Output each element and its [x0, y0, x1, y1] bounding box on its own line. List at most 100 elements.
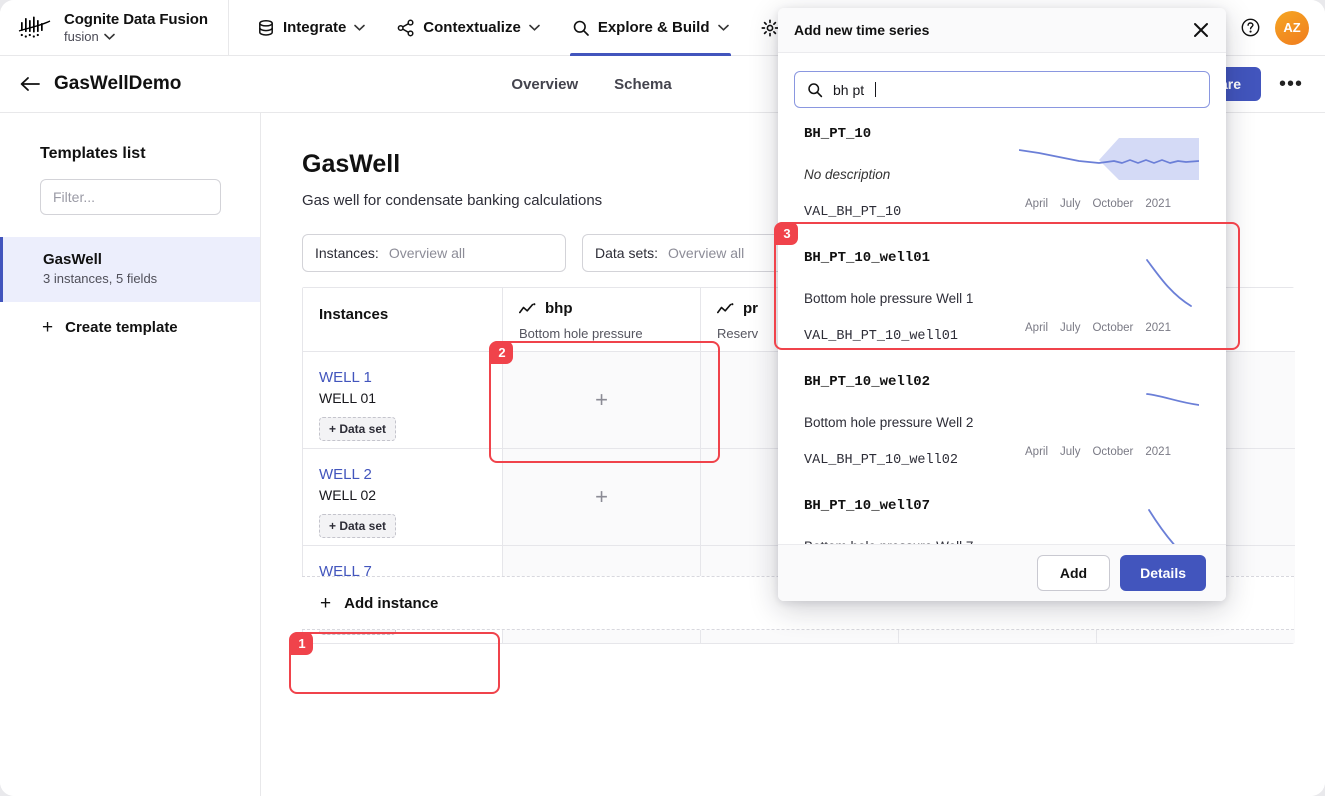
- add-dataset-badge[interactable]: + Data set: [319, 417, 397, 441]
- database-icon: [258, 19, 273, 36]
- timeseries-name: BH_PT_10: [804, 126, 872, 142]
- brand-subtitle-label: fusion: [64, 29, 99, 44]
- nav-item-explore-and-build-label: Explore & Build: [597, 19, 710, 36]
- timeseries-external-id: VAL_BH_PT_10_well02: [804, 453, 958, 468]
- sidebar-filter-wrap: [0, 163, 260, 215]
- plus-icon: +: [320, 592, 332, 614]
- timeseries-item-info: BH_PT_10_well02 Bottom hole pressure Wel…: [804, 374, 1019, 486]
- time-series-results-list[interactable]: BH_PT_10 No description VAL_BH_PT_10 Apr…: [778, 118, 1226, 544]
- timeseries-item-well02[interactable]: BH_PT_10_well02 Bottom hole pressure Wel…: [778, 362, 1226, 486]
- nav-item-contextualize[interactable]: Contextualize: [383, 0, 554, 56]
- modal-search-wrap: bh pt: [778, 53, 1226, 118]
- annotation-badge-2: 2: [491, 341, 513, 364]
- timeseries-item-info: BH_PT_10_well07 Bottom hole pressure Wel…: [804, 498, 1019, 544]
- sparkline-axis-labels: April July October 2021: [1019, 446, 1210, 458]
- share-nodes-icon: [397, 19, 414, 36]
- nav-item-explore-and-build[interactable]: Explore & Build: [558, 0, 743, 56]
- brand-subtitle[interactable]: fusion: [64, 29, 208, 44]
- add-dataset-badge[interactable]: + Data set: [319, 514, 397, 538]
- axis-tick: 2021: [1145, 446, 1171, 458]
- back-arrow-icon[interactable]: [20, 76, 40, 92]
- brand-block[interactable]: Cognite Data Fusion fusion: [0, 0, 229, 56]
- create-template-button[interactable]: + Create template: [0, 302, 260, 337]
- sparkline-chart: [1146, 393, 1200, 406]
- table-header-pr-label: pr: [743, 300, 758, 317]
- help-circle-icon[interactable]: [1240, 17, 1261, 38]
- modal-search-input[interactable]: bh pt: [794, 71, 1210, 108]
- nav-item-integrate-label: Integrate: [282, 19, 347, 36]
- gear-icon: [760, 18, 779, 37]
- axis-tick: April: [1025, 198, 1049, 210]
- add-time-series-modal: Add new time series bh pt BH_PT_10 No de: [778, 8, 1226, 601]
- more-options-icon[interactable]: •••: [1273, 74, 1309, 94]
- search-icon: [808, 82, 823, 97]
- avatar-initials: AZ: [1283, 20, 1301, 35]
- plus-icon: +: [42, 317, 54, 338]
- annotation-badge-1: 1: [291, 632, 313, 655]
- close-icon[interactable]: [1190, 19, 1212, 41]
- table-header-bhp-desc: Bottom hole pressure: [519, 326, 643, 341]
- instances-filter-select[interactable]: Instances: Overview all: [302, 234, 566, 272]
- timeseries-sparkline: [1019, 498, 1210, 544]
- sidebar-item-meta: 3 instances, 5 fields: [43, 271, 158, 286]
- add-button[interactable]: Add: [1036, 555, 1111, 591]
- timeseries-external-id: VAL_BH_PT_10: [804, 205, 902, 220]
- axis-tick: July: [1060, 198, 1081, 210]
- sparkline-chart: [1146, 259, 1192, 307]
- timeseries-sparkline: April July October 2021: [1019, 250, 1210, 362]
- axis-tick: July: [1060, 322, 1081, 334]
- axis-tick: 2021: [1145, 198, 1171, 210]
- details-button[interactable]: Details: [1120, 555, 1206, 591]
- avatar[interactable]: AZ: [1275, 10, 1309, 45]
- instance-link[interactable]: WELL 2: [319, 466, 502, 483]
- timeseries-item-well07[interactable]: BH_PT_10_well07 Bottom hole pressure Wel…: [778, 486, 1226, 544]
- timeseries-sparkline: April July October 2021: [1019, 374, 1210, 486]
- timeseries-item-bh-pt-10[interactable]: BH_PT_10 No description VAL_BH_PT_10 Apr…: [778, 118, 1226, 238]
- timeseries-description: No description: [804, 167, 891, 182]
- instances-filter-label: Instances:: [315, 245, 379, 261]
- timeseries-item-well01[interactable]: BH_PT_10_well01 Bottom hole pressure Wel…: [778, 238, 1226, 362]
- axis-tick: October: [1092, 322, 1134, 334]
- modal-search-value: bh pt: [833, 81, 865, 98]
- instance-sub: WELL 02: [319, 487, 377, 503]
- sub-tabs: Overview Schema: [511, 76, 671, 93]
- tab-overview[interactable]: Overview: [511, 76, 578, 93]
- nav-item-integrate[interactable]: Integrate: [243, 0, 379, 56]
- timeseries-description: Bottom hole pressure Well 1: [804, 291, 974, 306]
- timeseries-description: Bottom hole pressure Well 7: [804, 539, 1019, 544]
- annotation-badge-3: 3: [776, 222, 798, 245]
- sparkline-axis-labels: April July October 2021: [1019, 198, 1210, 210]
- datasets-filter-label: Data sets:: [595, 245, 659, 261]
- table-header-instances: Instances: [303, 288, 503, 352]
- timeseries-item-info: BH_PT_10_well01 Bottom hole pressure Wel…: [804, 250, 1019, 362]
- sparkline-chart: [1018, 138, 1200, 180]
- bhp-cell-well2[interactable]: +: [503, 449, 701, 546]
- sidebar: Templates list GasWell 3 instances, 5 fi…: [0, 113, 261, 796]
- modal-footer: Add Details: [778, 544, 1226, 601]
- text-caret: [875, 82, 877, 97]
- bhp-cell-well1[interactable]: +: [503, 352, 701, 449]
- chevron-down-icon: [354, 24, 366, 31]
- brand-title: Cognite Data Fusion: [64, 11, 208, 28]
- timeseries-item-info: BH_PT_10 No description VAL_BH_PT_10: [804, 126, 1019, 238]
- modal-header: Add new time series: [778, 8, 1226, 53]
- axis-tick: July: [1060, 446, 1081, 458]
- sidebar-item-gaswell[interactable]: GasWell 3 instances, 5 fields: [0, 237, 260, 302]
- modal-title: Add new time series: [794, 22, 930, 38]
- table-header-bhp[interactable]: bhp Bottom hole pressure: [503, 288, 701, 352]
- timeseries-sparkline: April July October 2021: [1018, 126, 1210, 238]
- sparkline-axis-labels: April July October 2021: [1019, 322, 1210, 334]
- instance-cell-well2: WELL 2 WELL 02 + Data set: [303, 449, 503, 546]
- instances-filter-value: Overview all: [388, 245, 466, 261]
- sidebar-filter-input[interactable]: [40, 179, 221, 215]
- sidebar-title: Templates list: [40, 145, 146, 162]
- axis-tick: 2021: [1145, 322, 1171, 334]
- instance-link[interactable]: WELL 1: [319, 369, 502, 386]
- sparkline-chart: [1148, 509, 1175, 544]
- chevron-down-icon: [717, 24, 729, 31]
- page-title: GasWellDemo: [54, 73, 182, 94]
- axis-tick: April: [1025, 322, 1049, 334]
- chevron-down-icon: [527, 250, 553, 257]
- tab-schema[interactable]: Schema: [614, 76, 672, 93]
- sparkline-icon: [717, 302, 734, 313]
